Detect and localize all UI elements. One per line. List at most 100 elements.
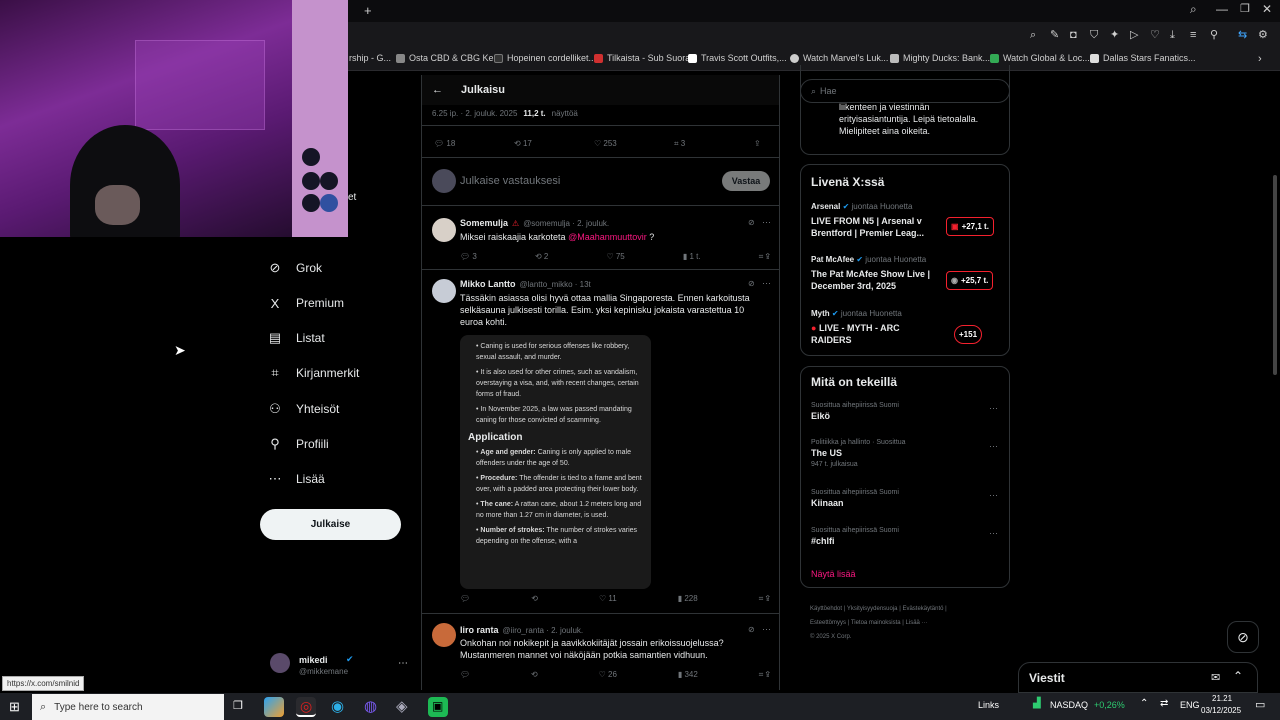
bookmark-action[interactable]: ⌗ ⇪ — [759, 594, 770, 604]
reply-input[interactable]: Julkaise vastauksesi — [460, 175, 560, 187]
footer-link[interactable]: Tietoa mainoksista — [851, 620, 901, 626]
new-tab-icon[interactable]: + — [364, 3, 372, 18]
bookmark-item[interactable]: Osta CBD & CBG Ke... — [396, 53, 501, 63]
footer-link[interactable]: Lisää ··· — [906, 620, 928, 626]
bookmark-item[interactable]: Watch Global & Loc... — [990, 53, 1090, 63]
nav-item-communities[interactable]: ⚇ Yhteisöt — [268, 401, 339, 416]
task-view-icon[interactable]: ❐ — [233, 699, 243, 712]
trend-more-icon[interactable]: ⋯ — [989, 490, 998, 501]
grok-floating-button[interactable]: ⊘ — [1227, 621, 1259, 653]
search-icon[interactable]: ⌕ — [1030, 28, 1036, 42]
opera-app-icon[interactable]: ◎ — [296, 697, 316, 717]
share-icon[interactable]: ⇪ — [754, 139, 761, 149]
page-scrollbar[interactable] — [1270, 75, 1280, 693]
settings-icon[interactable]: ⚙ — [1258, 28, 1268, 42]
nav-item-bookmarks[interactable]: ⌗ Kirjanmerkit — [268, 365, 359, 380]
footer-link[interactable]: Käyttöehdot — [810, 606, 842, 612]
bookmark-item[interactable]: Mighty Ducks: Bank... — [890, 53, 990, 63]
footer-link[interactable]: Yksityisyydensuoja — [847, 606, 898, 612]
clock-time[interactable]: 21.21 — [1212, 694, 1232, 703]
footer-link[interactable]: Esteettömyys — [810, 620, 846, 626]
grok-icon[interactable]: ⊘ — [748, 279, 755, 288]
play-icon[interactable]: ▷ — [1130, 28, 1138, 42]
windows-start-icon[interactable]: ⊞ — [9, 699, 20, 715]
footer-link[interactable]: Evästekäytäntö — [902, 606, 943, 612]
repost-action[interactable]: ⟲ — [531, 594, 538, 604]
trend-item[interactable]: Politiikka ja hallinto · Suosittua The U… — [811, 439, 906, 468]
trend-more-icon[interactable]: ⋯ — [989, 441, 998, 452]
account-menu-icon[interactable]: ⋯ — [398, 658, 408, 669]
bookmarks-overflow-icon[interactable]: › — [1258, 53, 1262, 65]
tweet-author[interactable]: Somemulja — [460, 218, 508, 228]
ticker-name[interactable]: NASDAQ — [1050, 700, 1088, 710]
reply-tweet[interactable]: Mikko Lantto @lantto_mikko · 13t ⊘ ⋯ Täs… — [422, 271, 779, 614]
trend-item[interactable]: Suosittua aihepiirissä Suomi Eikö — [811, 402, 899, 421]
more-icon[interactable]: ⋯ — [762, 624, 771, 635]
download-icon[interactable]: ⤓ — [1170, 28, 1175, 42]
search-tabs-icon[interactable]: ⌕ — [1190, 2, 1197, 17]
trend-item[interactable]: Suosittua aihepiirissä Suomi #chlfi — [811, 527, 899, 546]
views-action[interactable]: ▮ 228 — [678, 594, 698, 604]
restore-icon[interactable]: ❐ — [1240, 2, 1250, 15]
reply-action[interactable]: 💬︎ — [460, 594, 470, 604]
live-item[interactable]: Myth ✔ juontaa Huonetta ● LIVE - MYTH - … — [811, 309, 936, 346]
nav-item-grok[interactable]: ⊘ Grok — [268, 260, 322, 275]
reply-tweet[interactable]: Iiro ranta @iiro_ranta · 2. jouluk. ⊘ ⋯ … — [422, 615, 779, 690]
sidebar-icon[interactable]: ⇆ — [1238, 28, 1247, 42]
bookmark-action[interactable]: ⌗ 3 — [674, 139, 754, 149]
show-more-link[interactable]: Näytä lisää — [811, 569, 856, 579]
views-action[interactable]: ▮ 1 t. — [683, 252, 701, 262]
menu-icon[interactable]: ≡ — [1190, 28, 1196, 42]
more-icon[interactable]: ⋯ — [762, 217, 771, 228]
reply-tweet[interactable]: Somemulja ⚠ @somemulja · 2. jouluk. ⊘ ⋯ … — [422, 206, 779, 270]
search-input[interactable]: ⌕ Hae — [800, 79, 1010, 103]
scrollbar-thumb[interactable] — [1273, 175, 1277, 375]
bookmark-item[interactable]: Travis Scott Outfits,... — [688, 53, 787, 63]
edge-app-icon[interactable]: ◉ — [329, 697, 349, 717]
live-listeners-badge[interactable]: +151 — [954, 325, 983, 344]
nav-item-lists[interactable]: ▤ Listat — [268, 330, 325, 345]
reply-action[interactable]: 💬︎ 18 — [434, 139, 514, 149]
tweet-author[interactable]: Iiro ranta — [460, 625, 499, 635]
tweet-author[interactable]: Mikko Lantto — [460, 279, 516, 289]
heart-icon[interactable]: ♡ — [1150, 28, 1160, 42]
bookmark-action[interactable]: ⌗ ⇪ — [759, 670, 770, 680]
shield-icon[interactable]: ⛉ — [1090, 28, 1098, 42]
close-window-icon[interactable]: ✕ — [1262, 2, 1272, 16]
profile-icon[interactable]: ⚲ — [1210, 28, 1218, 42]
messages-drawer[interactable]: Viestit ✉ ⌃ — [1018, 662, 1258, 693]
account-name[interactable]: mikedi — [299, 655, 328, 665]
language-indicator[interactable]: ENG — [1180, 700, 1200, 710]
nav-item-more[interactable]: ⋯ Lisää — [268, 471, 325, 486]
notifications-icon[interactable]: ▭ — [1255, 698, 1265, 711]
post-button[interactable]: Julkaise — [260, 509, 401, 540]
like-action[interactable]: ♡ 253 — [594, 139, 674, 149]
tweet-avatar[interactable] — [432, 623, 456, 647]
tray-chevron-icon[interactable]: ⌃ — [1140, 698, 1148, 709]
trend-more-icon[interactable]: ⋯ — [989, 528, 998, 539]
grok-icon[interactable]: ⊘ — [748, 625, 755, 634]
repost-action[interactable]: ⟲ 2 — [535, 252, 548, 262]
minimize-icon[interactable]: — — [1216, 2, 1228, 16]
repost-action[interactable]: ⟲ — [531, 670, 538, 680]
bookmark-item[interactable]: Dallas Stars Fanatics... — [1090, 53, 1196, 63]
expand-icon[interactable]: ⌃ — [1233, 669, 1243, 683]
repost-action[interactable]: ⟲ 17 — [514, 139, 594, 149]
grok-screenshot-image[interactable]: • Caning is used for serious offenses li… — [460, 335, 651, 589]
reply-action[interactable]: 💬︎ 3 — [460, 252, 477, 262]
live-item[interactable]: Pat McAfee ✔ juontaa Huonetta The Pat Mc… — [811, 255, 936, 292]
reply-button[interactable]: Vastaa — [722, 171, 770, 191]
app-icon[interactable]: ◈ — [394, 697, 414, 717]
bookmark-action[interactable]: ⌗ ⇪ — [759, 252, 770, 262]
like-action[interactable]: ♡ 26 — [599, 670, 617, 680]
grok-icon[interactable]: ⊘ — [748, 218, 755, 227]
extension-icon[interactable]: ✦ — [1110, 28, 1119, 42]
discord-app-icon[interactable]: ◍ — [362, 697, 382, 717]
compose-message-icon[interactable]: ✉ — [1211, 671, 1220, 684]
like-action[interactable]: ♡ 75 — [606, 252, 624, 262]
copilot-app-icon[interactable] — [264, 697, 284, 717]
network-icon[interactable]: ⇄ — [1160, 698, 1168, 709]
bookmark-item[interactable]: Hopeinen cordelliket... — [494, 53, 596, 63]
trend-item[interactable]: Suosittua aihepiirissä Suomi Kiinaan — [811, 489, 899, 508]
post-time[interactable]: 6.25 ip. · 2. jouluk. 2025 — [432, 109, 517, 118]
